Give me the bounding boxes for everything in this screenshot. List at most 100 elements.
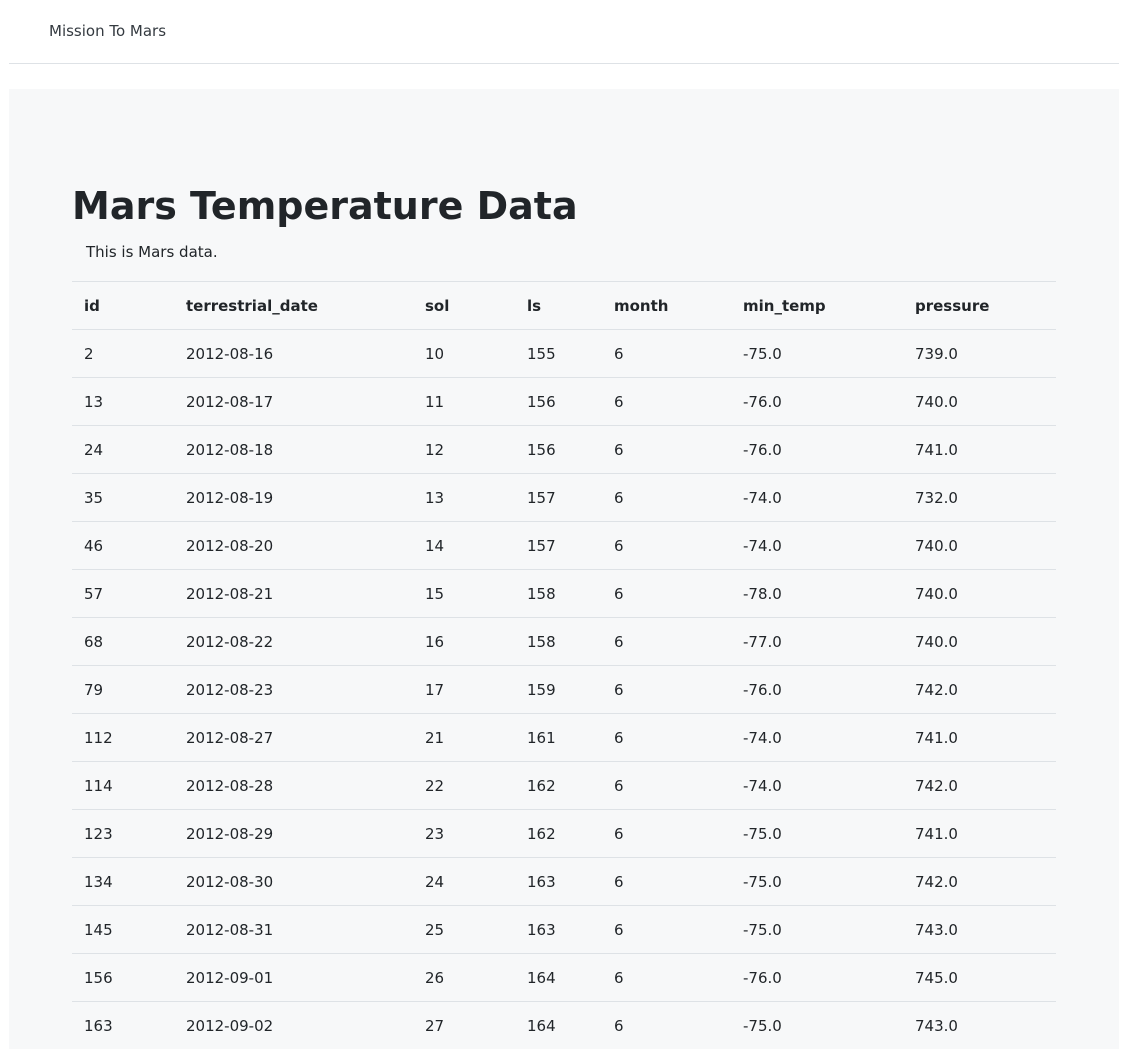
- cell-sol: 17: [413, 666, 515, 714]
- cell-id: 57: [72, 570, 174, 618]
- cell-ls: 163: [515, 906, 602, 954]
- cell-pressure: 745.0: [903, 954, 1056, 1002]
- cell-pressure: 741.0: [903, 714, 1056, 762]
- cell-id: 35: [72, 474, 174, 522]
- cell-min-temp: -77.0: [731, 618, 903, 666]
- cell-terrestrial-date: 2012-08-27: [174, 714, 413, 762]
- cell-sol: 10: [413, 330, 515, 378]
- cell-min-temp: -75.0: [731, 810, 903, 858]
- cell-ls: 162: [515, 762, 602, 810]
- cell-sol: 15: [413, 570, 515, 618]
- cell-month: 6: [602, 426, 731, 474]
- cell-ls: 162: [515, 810, 602, 858]
- table-row: 572012-08-21151586-78.0740.0: [72, 570, 1056, 618]
- table-row: 1142012-08-28221626-74.0742.0: [72, 762, 1056, 810]
- cell-pressure: 741.0: [903, 810, 1056, 858]
- table-row: 1122012-08-27211616-74.0741.0: [72, 714, 1056, 762]
- cell-min-temp: -76.0: [731, 378, 903, 426]
- cell-sol: 24: [413, 858, 515, 906]
- table-row: 1562012-09-01261646-76.0745.0: [72, 954, 1056, 1002]
- cell-min-temp: -75.0: [731, 906, 903, 954]
- cell-sol: 25: [413, 906, 515, 954]
- cell-pressure: 743.0: [903, 906, 1056, 954]
- cell-min-temp: -75.0: [731, 858, 903, 906]
- column-header-ls: ls: [515, 282, 602, 330]
- navbar: Mission To Mars: [9, 0, 1119, 64]
- column-header-id: id: [72, 282, 174, 330]
- cell-month: 6: [602, 1002, 731, 1049]
- cell-min-temp: -74.0: [731, 474, 903, 522]
- cell-sol: 23: [413, 810, 515, 858]
- cell-id: 145: [72, 906, 174, 954]
- cell-terrestrial-date: 2012-08-31: [174, 906, 413, 954]
- cell-month: 6: [602, 378, 731, 426]
- cell-min-temp: -74.0: [731, 714, 903, 762]
- cell-pressure: 742.0: [903, 762, 1056, 810]
- cell-sol: 26: [413, 954, 515, 1002]
- table-body: 22012-08-16101556-75.0739.0132012-08-171…: [72, 330, 1056, 1049]
- navbar-brand-link[interactable]: Mission To Mars: [49, 22, 166, 40]
- cell-month: 6: [602, 474, 731, 522]
- cell-pressure: 740.0: [903, 618, 1056, 666]
- cell-terrestrial-date: 2012-09-02: [174, 1002, 413, 1049]
- cell-ls: 155: [515, 330, 602, 378]
- table-row: 1632012-09-02271646-75.0743.0: [72, 1002, 1056, 1049]
- table-row: 1342012-08-30241636-75.0742.0: [72, 858, 1056, 906]
- column-header-month: month: [602, 282, 731, 330]
- cell-pressure: 741.0: [903, 426, 1056, 474]
- cell-min-temp: -78.0: [731, 570, 903, 618]
- cell-id: 163: [72, 1002, 174, 1049]
- column-header-pressure: pressure: [903, 282, 1056, 330]
- cell-terrestrial-date: 2012-08-21: [174, 570, 413, 618]
- cell-id: 24: [72, 426, 174, 474]
- table-row: 132012-08-17111566-76.0740.0: [72, 378, 1056, 426]
- cell-pressure: 739.0: [903, 330, 1056, 378]
- cell-min-temp: -76.0: [731, 666, 903, 714]
- cell-terrestrial-date: 2012-08-16: [174, 330, 413, 378]
- cell-sol: 27: [413, 1002, 515, 1049]
- cell-terrestrial-date: 2012-08-17: [174, 378, 413, 426]
- cell-terrestrial-date: 2012-08-18: [174, 426, 413, 474]
- cell-terrestrial-date: 2012-08-20: [174, 522, 413, 570]
- cell-pressure: 740.0: [903, 522, 1056, 570]
- cell-month: 6: [602, 858, 731, 906]
- cell-pressure: 742.0: [903, 666, 1056, 714]
- cell-ls: 157: [515, 522, 602, 570]
- cell-month: 6: [602, 714, 731, 762]
- cell-sol: 13: [413, 474, 515, 522]
- table-row: 352012-08-19131576-74.0732.0: [72, 474, 1056, 522]
- cell-id: 156: [72, 954, 174, 1002]
- cell-terrestrial-date: 2012-08-23: [174, 666, 413, 714]
- cell-ls: 163: [515, 858, 602, 906]
- cell-pressure: 743.0: [903, 1002, 1056, 1049]
- cell-id: 2: [72, 330, 174, 378]
- mars-data-table: id terrestrial_date sol ls month min_tem…: [72, 281, 1056, 1049]
- cell-month: 6: [602, 810, 731, 858]
- cell-terrestrial-date: 2012-08-22: [174, 618, 413, 666]
- cell-id: 68: [72, 618, 174, 666]
- table-header-row: id terrestrial_date sol ls month min_tem…: [72, 282, 1056, 330]
- cell-ls: 161: [515, 714, 602, 762]
- cell-sol: 14: [413, 522, 515, 570]
- page-title: Mars Temperature Data: [72, 185, 578, 229]
- table-row: 1452012-08-31251636-75.0743.0: [72, 906, 1056, 954]
- cell-min-temp: -76.0: [731, 954, 903, 1002]
- cell-id: 123: [72, 810, 174, 858]
- cell-ls: 164: [515, 1002, 602, 1049]
- main-content: Mars Temperature Data This is Mars data.…: [9, 89, 1119, 1049]
- cell-month: 6: [602, 666, 731, 714]
- cell-pressure: 740.0: [903, 378, 1056, 426]
- table-row: 682012-08-22161586-77.0740.0: [72, 618, 1056, 666]
- table-row: 462012-08-20141576-74.0740.0: [72, 522, 1056, 570]
- column-header-min-temp: min_temp: [731, 282, 903, 330]
- cell-id: 112: [72, 714, 174, 762]
- cell-month: 6: [602, 570, 731, 618]
- cell-month: 6: [602, 618, 731, 666]
- cell-terrestrial-date: 2012-08-30: [174, 858, 413, 906]
- column-header-terrestrial-date: terrestrial_date: [174, 282, 413, 330]
- cell-sol: 22: [413, 762, 515, 810]
- table-row: 22012-08-16101556-75.0739.0: [72, 330, 1056, 378]
- column-header-sol: sol: [413, 282, 515, 330]
- cell-sol: 21: [413, 714, 515, 762]
- cell-min-temp: -76.0: [731, 426, 903, 474]
